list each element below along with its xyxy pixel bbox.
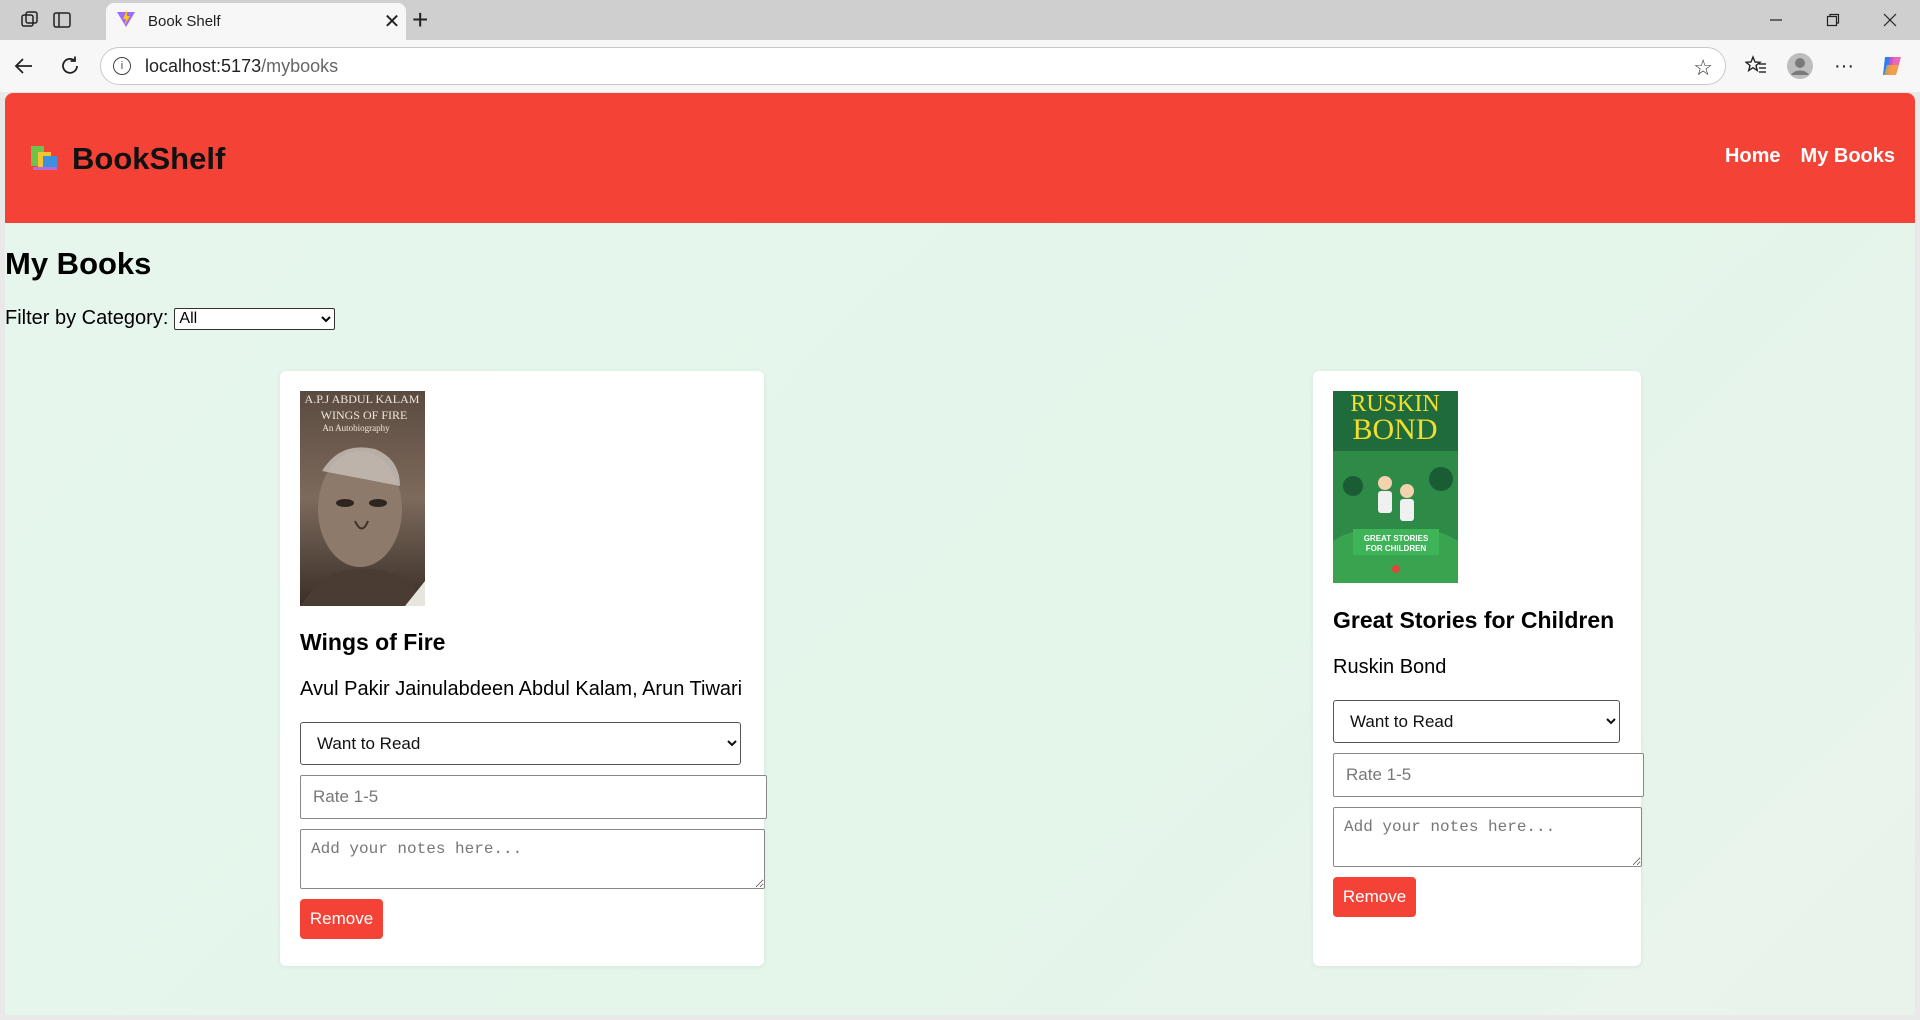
category-filter: Filter by Category: All: [5, 307, 336, 330]
category-select[interactable]: All: [174, 307, 336, 330]
page-viewport: BookShelf Home My Books My Books Filter …: [5, 93, 1915, 1015]
tab-close-icon[interactable]: ✕: [378, 9, 406, 34]
book-cover-image: RUSKIN BOND GREAT STORIES FOR CHILDREN: [1333, 391, 1458, 583]
cover-title-text: WINGS OF FIRE: [321, 408, 408, 422]
favorites-icon[interactable]: [1740, 50, 1772, 82]
book-author: Ruskin Bond: [1333, 656, 1447, 678]
tab-title: Book Shelf: [148, 13, 221, 30]
reload-icon[interactable]: [54, 50, 86, 82]
navbar: BookShelf Home My Books: [5, 93, 1915, 223]
filter-label: Filter by Category:: [5, 307, 169, 329]
notes-textarea[interactable]: [1333, 807, 1642, 867]
nav-link-home[interactable]: Home: [1725, 145, 1781, 168]
cover-subtitle-text: An Autobiography: [322, 423, 390, 433]
nav-links: Home My Books: [1725, 145, 1895, 168]
new-tab-icon[interactable]: +: [412, 4, 428, 36]
remove-button[interactable]: Remove: [300, 899, 383, 939]
book-title: Great Stories for Children: [1333, 607, 1615, 633]
book-cover-image: A.P.J ABDUL KALAM WINGS OF FIRE An Autob…: [300, 391, 425, 606]
vite-favicon-icon: [116, 9, 136, 34]
remove-button[interactable]: Remove: [1333, 877, 1416, 917]
brand-title: BookShelf: [72, 141, 226, 176]
more-menu-icon[interactable]: ···: [1828, 50, 1860, 82]
url-text: localhost:5173/mybooks: [145, 55, 339, 76]
close-window-icon[interactable]: [1870, 6, 1910, 34]
cover-author-text: A.P.J ABDUL KALAM: [305, 392, 420, 406]
book-title: Wings of Fire: [300, 629, 446, 655]
cover-author-last-text: BOND: [1352, 413, 1437, 446]
rating-input[interactable]: [300, 775, 767, 819]
minimize-icon[interactable]: [1756, 6, 1796, 34]
book-author: Avul Pakir Jainulabdeen Abdul Kalam, Aru…: [300, 678, 743, 700]
reading-status-select[interactable]: Want to Read: [1333, 700, 1620, 743]
browser-tab[interactable]: Book Shelf ✕: [106, 3, 406, 40]
profile-avatar-icon[interactable]: [1784, 50, 1816, 82]
brand[interactable]: BookShelf: [30, 141, 225, 177]
vertical-tabs-icon[interactable]: [46, 4, 78, 36]
url-field[interactable]: i localhost:5173/mybooks ☆: [100, 47, 1726, 85]
books-icon: [30, 142, 60, 177]
cover-title-line-2: FOR CHILDREN: [1366, 544, 1427, 553]
page-title: My Books: [5, 246, 152, 281]
favorite-star-icon[interactable]: ☆: [1693, 55, 1713, 81]
book-card: RUSKIN BOND GREAT STORIES FOR CHILDREN G…: [1313, 371, 1644, 966]
address-bar: i localhost:5173/mybooks ☆ ···: [0, 40, 1920, 92]
notes-textarea[interactable]: [300, 829, 765, 889]
copilot-icon[interactable]: [1876, 50, 1908, 82]
rating-input[interactable]: [1333, 753, 1644, 797]
workspaces-icon[interactable]: [14, 4, 46, 36]
restore-icon[interactable]: [1813, 6, 1853, 34]
book-card: A.P.J ABDUL KALAM WINGS OF FIRE An Autob…: [280, 371, 767, 966]
cover-title-line-1: GREAT STORIES: [1364, 534, 1429, 543]
back-icon[interactable]: [8, 50, 40, 82]
nav-link-my-books[interactable]: My Books: [1801, 145, 1895, 168]
browser-tab-bar: Book Shelf ✕ +: [0, 0, 1920, 40]
site-info-icon[interactable]: i: [113, 57, 131, 75]
reading-status-select[interactable]: Want to Read: [300, 722, 741, 765]
